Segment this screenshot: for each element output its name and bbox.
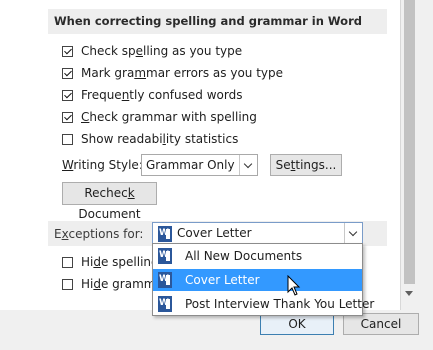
options-nav-pane <box>0 0 35 310</box>
checkbox-box[interactable] <box>62 67 73 79</box>
exceptions-label: Exceptions for: <box>54 227 144 241</box>
checkbox-show-readability-statistics[interactable]: Show readability statistics <box>62 130 238 148</box>
dropdown-option-label: Post Interview Thank You Letter <box>185 297 375 311</box>
word-document-icon <box>158 272 172 288</box>
checkbox-box[interactable] <box>62 89 73 101</box>
checkbox-box[interactable] <box>62 45 73 57</box>
section-header: When correcting spelling and grammar in … <box>48 9 387 34</box>
checkbox-label: Show readability statistics <box>81 132 239 146</box>
checkbox-label: Hide gramma <box>81 277 163 291</box>
checkbox-label: Check grammar with spelling <box>81 110 257 124</box>
mouse-pointer-icon <box>287 275 301 296</box>
scroll-down-arrow-icon[interactable] <box>405 291 413 296</box>
chevron-down-icon[interactable] <box>239 155 257 175</box>
checkbox-hide-grammar-errors[interactable]: Hide gramma <box>62 275 163 293</box>
writing-style-select[interactable]: Grammar Only <box>141 154 258 176</box>
scroll-thumb[interactable] <box>404 0 415 284</box>
checkbox-label: Frequently confused words <box>81 88 243 102</box>
checkbox-check-spelling[interactable]: Check spelling as you type <box>62 42 242 60</box>
writing-style-label: Writing Style: <box>62 158 143 172</box>
settings-button[interactable]: Settings... <box>270 154 342 176</box>
exceptions-selected-value: Cover Letter <box>177 226 252 240</box>
checkbox-frequently-confused-words[interactable]: Frequently confused words <box>62 86 242 104</box>
exceptions-document-select[interactable]: Cover Letter <box>152 222 363 244</box>
checkbox-box[interactable] <box>62 133 73 145</box>
vertical-scrollbar[interactable] <box>400 0 418 310</box>
checkbox-box[interactable] <box>62 256 73 268</box>
dropdown-option[interactable]: All New Documents <box>153 245 362 267</box>
exceptions-dropdown-list[interactable]: All New Documents Cover Letter Post Inte… <box>152 243 374 316</box>
checkbox-check-grammar-with-spelling[interactable]: Check grammar with spelling <box>62 108 257 126</box>
dropdown-option-selected[interactable]: Cover Letter <box>153 269 362 291</box>
section-title: When correcting spelling and grammar in … <box>54 14 362 28</box>
checkbox-hide-spelling-errors[interactable]: Hide spelling <box>62 253 159 271</box>
dropdown-option-label: Cover Letter <box>185 273 260 287</box>
chevron-down-icon[interactable] <box>344 223 362 243</box>
checkbox-label: Hide spelling <box>81 255 159 269</box>
cancel-button[interactable]: Cancel <box>343 313 419 335</box>
word-document-icon <box>158 248 172 264</box>
dropdown-option-label: All New Documents <box>185 249 303 263</box>
checkbox-label: Check spelling as you type <box>81 44 243 58</box>
dropdown-option[interactable]: Post Interview Thank You Letter <box>153 293 374 315</box>
ok-button[interactable]: OK <box>260 313 334 335</box>
checkbox-box[interactable] <box>62 278 73 290</box>
recheck-document-button[interactable]: Recheck Document <box>62 182 157 221</box>
checkbox-label: Mark grammar errors as you type <box>81 66 284 80</box>
writing-style-value: Grammar Only <box>146 158 235 172</box>
word-document-icon <box>158 226 172 242</box>
checkbox-box[interactable] <box>62 111 73 123</box>
word-document-icon <box>158 296 172 312</box>
checkbox-mark-grammar-errors[interactable]: Mark grammar errors as you type <box>62 64 283 82</box>
